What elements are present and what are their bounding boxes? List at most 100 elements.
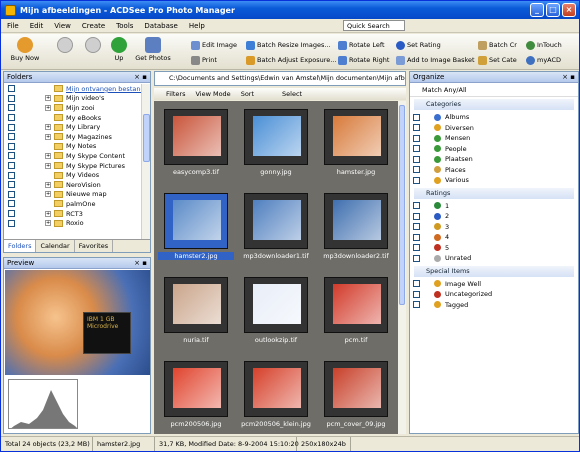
thumbnail-item[interactable]: pcm200506_klein.jpg [238, 357, 314, 434]
checkbox[interactable] [413, 233, 420, 241]
edit-image-button[interactable]: Edit Image [191, 39, 237, 51]
rating-item[interactable]: 1 [410, 201, 578, 212]
print-button[interactable]: Print [191, 54, 217, 66]
minimize-button[interactable]: _ [530, 3, 544, 17]
batch-crop-button[interactable]: Batch Cr [478, 39, 517, 51]
special-item[interactable]: Image Well [410, 279, 578, 290]
ratings-header[interactable]: Ratings [414, 187, 574, 199]
path-bar[interactable]: C:\Documents and Settings\Edwin van Amst… [154, 71, 406, 86]
tab-folders[interactable]: Folders [4, 240, 37, 252]
folder-checkbox[interactable] [8, 114, 15, 122]
category-item[interactable]: Diversen [410, 123, 578, 134]
category-item[interactable]: Plaatsen [410, 154, 578, 165]
checkbox[interactable] [413, 155, 420, 163]
expand-icon[interactable]: + [45, 104, 51, 111]
folder-item[interactable]: palmOne [4, 199, 142, 209]
folder-item[interactable]: + Mijn zooi [4, 103, 142, 113]
folder-item[interactable]: + Mijn video's [4, 94, 142, 104]
thumbnail-item[interactable]: pcm.tif [318, 273, 394, 353]
myacd-button[interactable]: myACD [526, 54, 561, 66]
checkbox[interactable] [413, 301, 420, 309]
folder-item[interactable]: + Nieuwe map [4, 190, 142, 200]
folder-item[interactable]: + Roxio [4, 218, 142, 228]
rotate-right-button[interactable]: Rotate Right [338, 54, 389, 66]
folder-checkbox[interactable] [8, 219, 15, 227]
thumbnail-item[interactable]: hamster.jpg [318, 105, 394, 185]
thumbnail-item[interactable]: hamster2.jpg [158, 189, 234, 269]
categories-header[interactable]: Categories [414, 99, 574, 110]
menu-database[interactable]: Database [142, 22, 179, 30]
folder-checkbox[interactable] [8, 123, 15, 131]
add-basket-button[interactable]: Add to Image Basket [396, 54, 475, 66]
checkbox[interactable] [413, 134, 420, 142]
special-items-header[interactable]: Special Items [414, 265, 574, 277]
checkbox[interactable] [413, 254, 420, 262]
tab-calendar[interactable]: Calendar [36, 240, 75, 252]
checkbox[interactable] [413, 280, 420, 288]
set-category-button[interactable]: Set Cate [478, 54, 517, 66]
sort-button[interactable]: Sort [241, 90, 254, 98]
folder-checkbox[interactable] [8, 133, 15, 141]
set-rating-button[interactable]: Set Rating [396, 39, 441, 51]
quick-search-input[interactable]: Quick Search [343, 20, 405, 31]
category-item[interactable]: Mensen [410, 133, 578, 144]
batch-resize-button[interactable]: Batch Resize Images... [246, 39, 331, 51]
folder-checkbox[interactable] [8, 142, 15, 150]
maximize-button[interactable]: □ [546, 3, 560, 17]
expand-icon[interactable]: + [45, 191, 51, 198]
folder-scrollbar[interactable] [141, 84, 150, 240]
menu-help[interactable]: Help [187, 22, 207, 30]
thumbnail-item[interactable]: gonny.jpg [238, 105, 314, 185]
folder-checkbox[interactable] [8, 152, 15, 160]
thumbnail-item[interactable]: mp3downloader2.tif [318, 189, 394, 269]
folder-checkbox[interactable] [8, 94, 15, 102]
category-item[interactable]: People [410, 144, 578, 155]
filters-button[interactable]: Filters [166, 90, 185, 98]
checkbox[interactable] [413, 223, 420, 231]
folder-checkbox[interactable] [8, 210, 15, 218]
folder-checkbox[interactable] [8, 85, 15, 93]
intouch-button[interactable]: InTouch [526, 39, 562, 51]
checkbox[interactable] [413, 124, 420, 132]
folder-item[interactable]: Mijn ontvangen bestand [4, 84, 142, 94]
select-button[interactable]: Select [282, 90, 302, 98]
menu-view[interactable]: View [52, 22, 73, 30]
thumbnail-item[interactable]: nuria.tif [158, 273, 234, 353]
checkbox[interactable] [413, 212, 420, 220]
checkbox[interactable] [413, 166, 420, 174]
thumbnail-item[interactable]: pcm200506.jpg [158, 357, 234, 434]
checkbox[interactable] [413, 290, 420, 298]
view-mode-button[interactable]: View Mode [195, 90, 230, 98]
folder-item[interactable]: My Notes [4, 142, 142, 152]
folder-checkbox[interactable] [8, 190, 15, 198]
close-icon[interactable]: × ▪ [134, 72, 147, 83]
category-item[interactable]: Places [410, 165, 578, 176]
folder-item[interactable]: + My Skype Pictures [4, 161, 142, 171]
category-item[interactable]: Albums [410, 112, 578, 123]
thumbnail-item[interactable]: pcm_cover_09.jpg [318, 357, 394, 434]
folder-item[interactable]: + My Skype Content [4, 151, 142, 161]
expand-icon[interactable]: + [45, 152, 51, 159]
checkbox[interactable] [413, 176, 420, 184]
buy-now-button[interactable]: Buy Now [5, 36, 45, 68]
special-item[interactable]: Uncategorized [410, 289, 578, 300]
checkbox[interactable] [413, 244, 420, 252]
expand-icon[interactable]: + [45, 124, 51, 131]
thumbnail-item[interactable]: outlookzip.tif [238, 273, 314, 353]
match-dropdown[interactable]: Match Any/All [410, 83, 578, 97]
thumbnail-item[interactable]: easycomp3.tif [158, 105, 234, 185]
checkbox[interactable] [413, 202, 420, 210]
close-icon[interactable]: × ▪ [134, 258, 147, 269]
close-icon[interactable]: × ▪ [562, 72, 575, 83]
folder-checkbox[interactable] [8, 162, 15, 170]
rotate-left-button[interactable]: Rotate Left [338, 39, 385, 51]
rating-item[interactable]: 2 [410, 211, 578, 222]
folder-item[interactable]: + My Library [4, 122, 142, 132]
menu-tools[interactable]: Tools [114, 22, 135, 30]
checkbox[interactable] [413, 113, 420, 121]
menu-file[interactable]: File [5, 22, 21, 30]
thumbnail-item[interactable]: mp3downloader1.tif [238, 189, 314, 269]
menu-edit[interactable]: Edit [28, 22, 46, 30]
folder-item[interactable]: My Videos [4, 170, 142, 180]
rating-item[interactable]: 4 [410, 232, 578, 243]
